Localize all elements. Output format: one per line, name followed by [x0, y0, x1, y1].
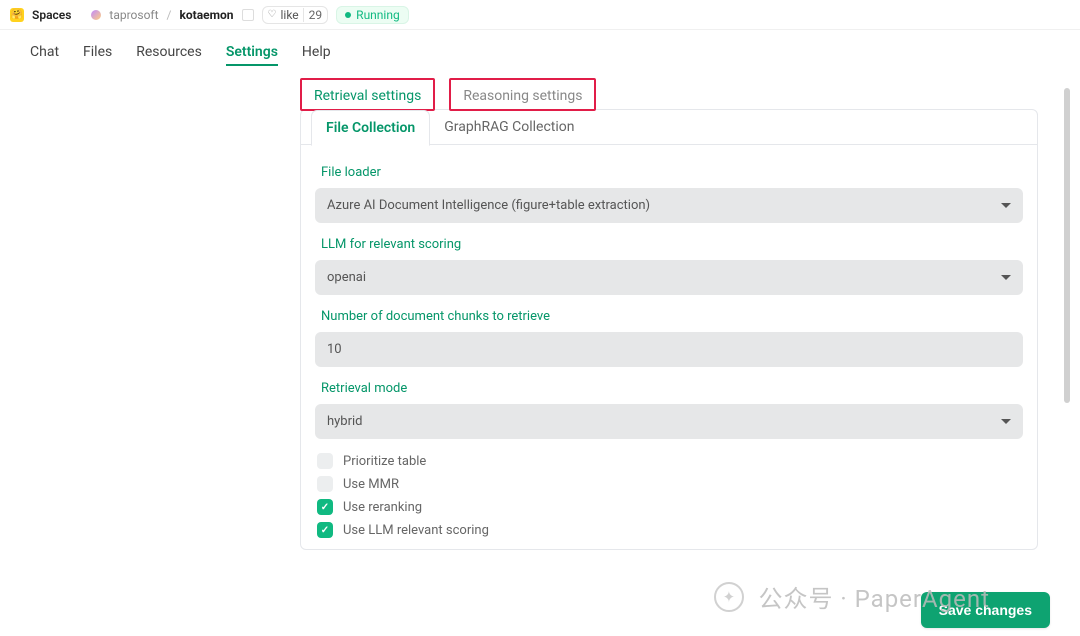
main-nav: Chat Files Resources Settings Help — [0, 30, 1080, 72]
tabs-secondary: File Collection GraphRAG Collection — [301, 110, 1037, 145]
label-file-loader: File loader — [321, 165, 1023, 180]
settings-panel: File Collection GraphRAG Collection File… — [300, 109, 1038, 550]
checkbox-icon — [317, 522, 333, 538]
hf-logo-icon: 🤗 — [10, 8, 24, 22]
topbar: 🤗 Spaces taprosoft / kotaemon ♡ like 29 … — [0, 0, 1080, 30]
org-avatar-icon — [91, 10, 101, 20]
select-llm-scoring[interactable]: openai — [315, 260, 1023, 295]
label-chunks: Number of document chunks to retrieve — [321, 309, 1023, 324]
chevron-down-icon — [1001, 275, 1011, 280]
checkbox-icon — [317, 499, 333, 515]
scrollbar[interactable] — [1064, 88, 1070, 596]
checkbox-label: Use MMR — [343, 477, 399, 492]
status-text: Running — [356, 8, 400, 22]
project-name[interactable]: kotaemon — [179, 8, 233, 22]
heart-icon: ♡ — [268, 9, 277, 20]
chevron-down-icon — [1001, 419, 1011, 424]
nav-help[interactable]: Help — [302, 44, 331, 66]
tab-file-collection[interactable]: File Collection — [311, 110, 430, 146]
label-retrieval-mode: Retrieval mode — [321, 381, 1023, 396]
checkbox-label: Prioritize table — [343, 454, 426, 469]
checkbox-use-mmr[interactable]: Use MMR — [317, 476, 1023, 492]
checkbox-label: Use LLM relevant scoring — [343, 523, 489, 538]
tabs-primary: Retrieval settings Reasoning settings — [300, 78, 1038, 111]
checkbox-icon — [317, 476, 333, 492]
checkbox-use-reranking[interactable]: Use reranking — [317, 499, 1023, 515]
spaces-label[interactable]: Spaces — [32, 8, 71, 22]
nav-files[interactable]: Files — [83, 44, 112, 66]
select-retrieval-mode[interactable]: hybrid — [315, 404, 1023, 439]
nav-resources[interactable]: Resources — [136, 44, 202, 66]
select-file-loader[interactable]: Azure AI Document Intelligence (figure+t… — [315, 188, 1023, 223]
scroll-area: Retrieval settings Reasoning settings Fi… — [0, 78, 1058, 636]
save-button[interactable]: Save changes — [921, 592, 1050, 628]
tab-graphrag-collection[interactable]: GraphRAG Collection — [430, 110, 588, 145]
select-retrieval-mode-value: hybrid — [327, 414, 363, 429]
tab-reasoning-settings[interactable]: Reasoning settings — [449, 78, 596, 111]
status-dot-icon — [345, 12, 351, 18]
content-viewport: Retrieval settings Reasoning settings Fi… — [0, 78, 1080, 636]
checkbox-icon — [317, 453, 333, 469]
label-llm-scoring: LLM for relevant scoring — [321, 237, 1023, 252]
checkbox-use-llm-scoring[interactable]: Use LLM relevant scoring — [317, 522, 1023, 538]
copy-icon[interactable] — [242, 9, 254, 21]
chevron-down-icon — [1001, 203, 1011, 208]
like-button[interactable]: ♡ like 29 — [262, 6, 329, 24]
nav-chat[interactable]: Chat — [30, 44, 59, 66]
tab-retrieval-settings[interactable]: Retrieval settings — [300, 78, 435, 111]
checkbox-label: Use reranking — [343, 500, 422, 515]
status-badge: Running — [336, 6, 409, 24]
form-body: File loader Azure AI Document Intelligen… — [301, 145, 1037, 549]
like-count: 29 — [303, 8, 323, 22]
scrollbar-thumb[interactable] — [1064, 88, 1070, 403]
nav-settings[interactable]: Settings — [226, 44, 278, 66]
input-chunks-wrap[interactable] — [315, 332, 1023, 367]
like-label: like — [281, 8, 299, 22]
input-chunks[interactable] — [327, 342, 1011, 357]
select-file-loader-value: Azure AI Document Intelligence (figure+t… — [327, 198, 650, 213]
org-name[interactable]: taprosoft — [109, 8, 158, 22]
checkbox-prioritize-table[interactable]: Prioritize table — [317, 453, 1023, 469]
select-llm-scoring-value: openai — [327, 270, 366, 285]
